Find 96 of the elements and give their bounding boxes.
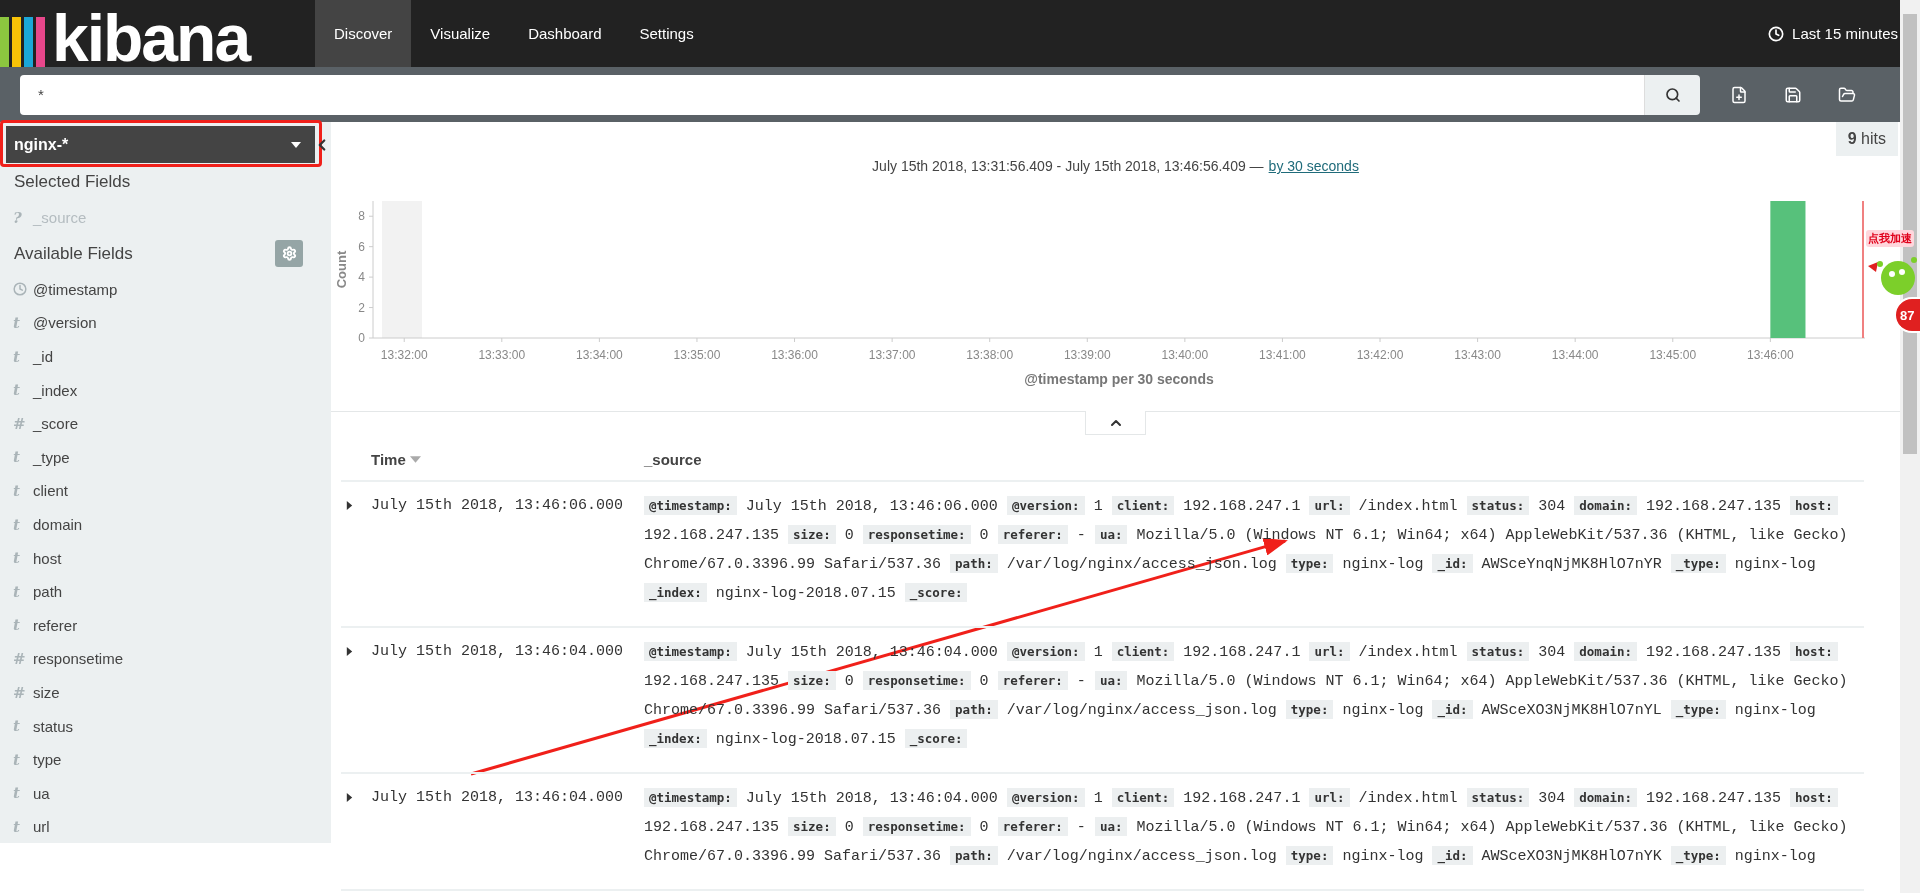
axis-tick-label: 13:36:00 [771, 348, 818, 362]
field-name[interactable]: _id [33, 348, 54, 366]
save-icon [1784, 85, 1802, 104]
field-type-icon: t [13, 314, 33, 332]
interval-link[interactable]: by 30 seconds [1268, 158, 1359, 174]
time-cell: July 15th 2018, 13:46:04.000 [371, 789, 624, 806]
nav-tab[interactable]: Dashboard [509, 0, 621, 67]
logo-text: kibana [52, 9, 250, 67]
axis-tick-label: 13:32:00 [380, 348, 428, 362]
field-type-icon: ? [13, 208, 33, 227]
settings-icon [281, 246, 297, 262]
search-field[interactable]: * [20, 74, 1644, 115]
axis-tick-label: 13:44:00 [1551, 348, 1599, 362]
field-type-icon: t [13, 817, 33, 836]
count-badge: 87 [1894, 297, 1920, 333]
document-source-text: @timestamp: July 15th 2018, 13:46:04.000 @version: 1 client: 192.168.247.1 url: /index.html status: 304 domain: 192.168.247.135 host: 192.168.247.135 size: 0 responsetime: 0 referer: - ua: Mozilla/5.0 (Windows NT 6.1; Win64; x64) AppleWebKit/537.36 (KHTML, like Gecko) Chrome/67.0.3396.99 Safari/537.36 path: /var/log/nginx/access_json.log type: nginx-log _id: AWSceXO3NjMK8HlO7nYK _type: nginx-log [644, 787, 1849, 867]
promo-label[interactable]: 点我加速 [1866, 230, 1914, 247]
field-name[interactable]: _type [33, 448, 70, 466]
field-name[interactable]: domain [33, 516, 83, 534]
clock-icon [1768, 25, 1785, 42]
axis-tick-label: 13:41:00 [1259, 348, 1306, 362]
sort-icon[interactable] [409, 454, 421, 465]
field-name[interactable]: responsetime [33, 650, 124, 668]
axis-tick-label: 4 [358, 270, 365, 285]
field-name[interactable]: _index [33, 381, 78, 399]
field-name[interactable]: _score [33, 415, 79, 433]
axis-title: Count [334, 250, 349, 289]
field-type-icon: t [13, 717, 33, 736]
axis-tick-label: 2 [358, 300, 365, 315]
axis-tick-label: 13:35:00 [673, 348, 721, 362]
axis-tick-label: 13:40:00 [1161, 348, 1209, 362]
section-heading: Selected Fields [14, 172, 131, 192]
expand-icon [345, 501, 354, 510]
axis-tick-label: 13:43:00 [1454, 348, 1501, 362]
nav-tab[interactable]: Discover [315, 0, 412, 67]
field-type-icon: t [13, 515, 33, 534]
field-type-icon: t [13, 582, 33, 601]
axis-tick-label: 0 [358, 331, 365, 345]
field-type-icon: # [13, 649, 33, 668]
clock-icon [13, 282, 27, 297]
field-type-icon: t [13, 784, 33, 803]
field-type-icon: # [13, 414, 33, 433]
field-name[interactable]: status [33, 717, 74, 735]
axis-tick-label: 13:34:00 [576, 348, 623, 362]
field-name[interactable]: path [33, 583, 63, 601]
field-name[interactable]: host [33, 549, 62, 567]
axis-tick-label: 13:45:00 [1649, 348, 1697, 362]
time-range-title: July 15th 2018, 13:31:56.409 - July 15th 2018, 13:46:56.409 — [872, 158, 1264, 174]
section-heading: Available Fields [14, 243, 133, 264]
field-name[interactable]: type [33, 751, 62, 769]
axis-tick-label: 13:37:00 [868, 348, 916, 362]
new-document-icon [1730, 85, 1748, 104]
logo-stripes [0, 17, 46, 67]
field-type-icon: t [13, 549, 33, 568]
field-type-icon: t [13, 750, 33, 769]
field-name[interactable]: client [33, 482, 69, 500]
axis-tick-label: 8 [358, 209, 365, 224]
axis-tick-label: 13:46:00 [1747, 348, 1794, 362]
axis-tick-label: 13:42:00 [1356, 348, 1404, 362]
field-name[interactable]: ua [33, 784, 50, 802]
time-picker[interactable]: Last 15 minutes [1768, 0, 1898, 67]
index-pattern-dropdown[interactable]: nginx-* [6, 126, 315, 163]
axis-tick-label: 13:38:00 [966, 348, 1014, 362]
column-header[interactable]: _source [644, 451, 702, 468]
folder-icon [1838, 85, 1856, 104]
expand-icon [345, 647, 354, 656]
axis-tick-label: 6 [358, 239, 365, 254]
axis-tick-label: 13:39:00 [1063, 348, 1111, 362]
time-range-label: Last 15 minutes [1792, 25, 1898, 42]
nav-tab[interactable]: Settings [620, 0, 713, 67]
sort-caret-icon [409, 454, 421, 465]
field-name[interactable]: referer [33, 616, 78, 634]
nav-tab[interactable]: Visualize [411, 0, 510, 67]
hits-count: 9 hits [1835, 122, 1898, 156]
search-button[interactable] [1644, 74, 1700, 115]
field-type-icon: t [13, 381, 33, 400]
axis-tick-label: 13:33:00 [478, 348, 526, 362]
field-name[interactable]: @timestamp [33, 280, 118, 298]
column-header[interactable]: Time [371, 451, 406, 468]
scrollbar[interactable] [1900, 0, 1920, 893]
settings-button[interactable] [275, 240, 303, 268]
field-name[interactable]: size [33, 684, 60, 701]
index-pattern-label: nginx-* [14, 135, 69, 154]
field-type-icon: t [13, 616, 33, 635]
field-type-icon: t [13, 347, 33, 366]
time-cell: July 15th 2018, 13:46:06.000 [371, 497, 624, 514]
axis-title: @timestamp per 30 seconds [1024, 371, 1214, 387]
search-icon [1664, 86, 1681, 103]
field-type-icon: t [13, 448, 33, 467]
caret-icon [291, 139, 301, 150]
field-type-icon: # [13, 683, 33, 702]
field-type-icon: t [13, 481, 33, 500]
field-name[interactable]: @version [33, 314, 97, 332]
field-name[interactable]: url [33, 818, 50, 836]
time-cell: July 15th 2018, 13:46:04.000 [371, 643, 624, 660]
expand-icon [345, 793, 354, 802]
